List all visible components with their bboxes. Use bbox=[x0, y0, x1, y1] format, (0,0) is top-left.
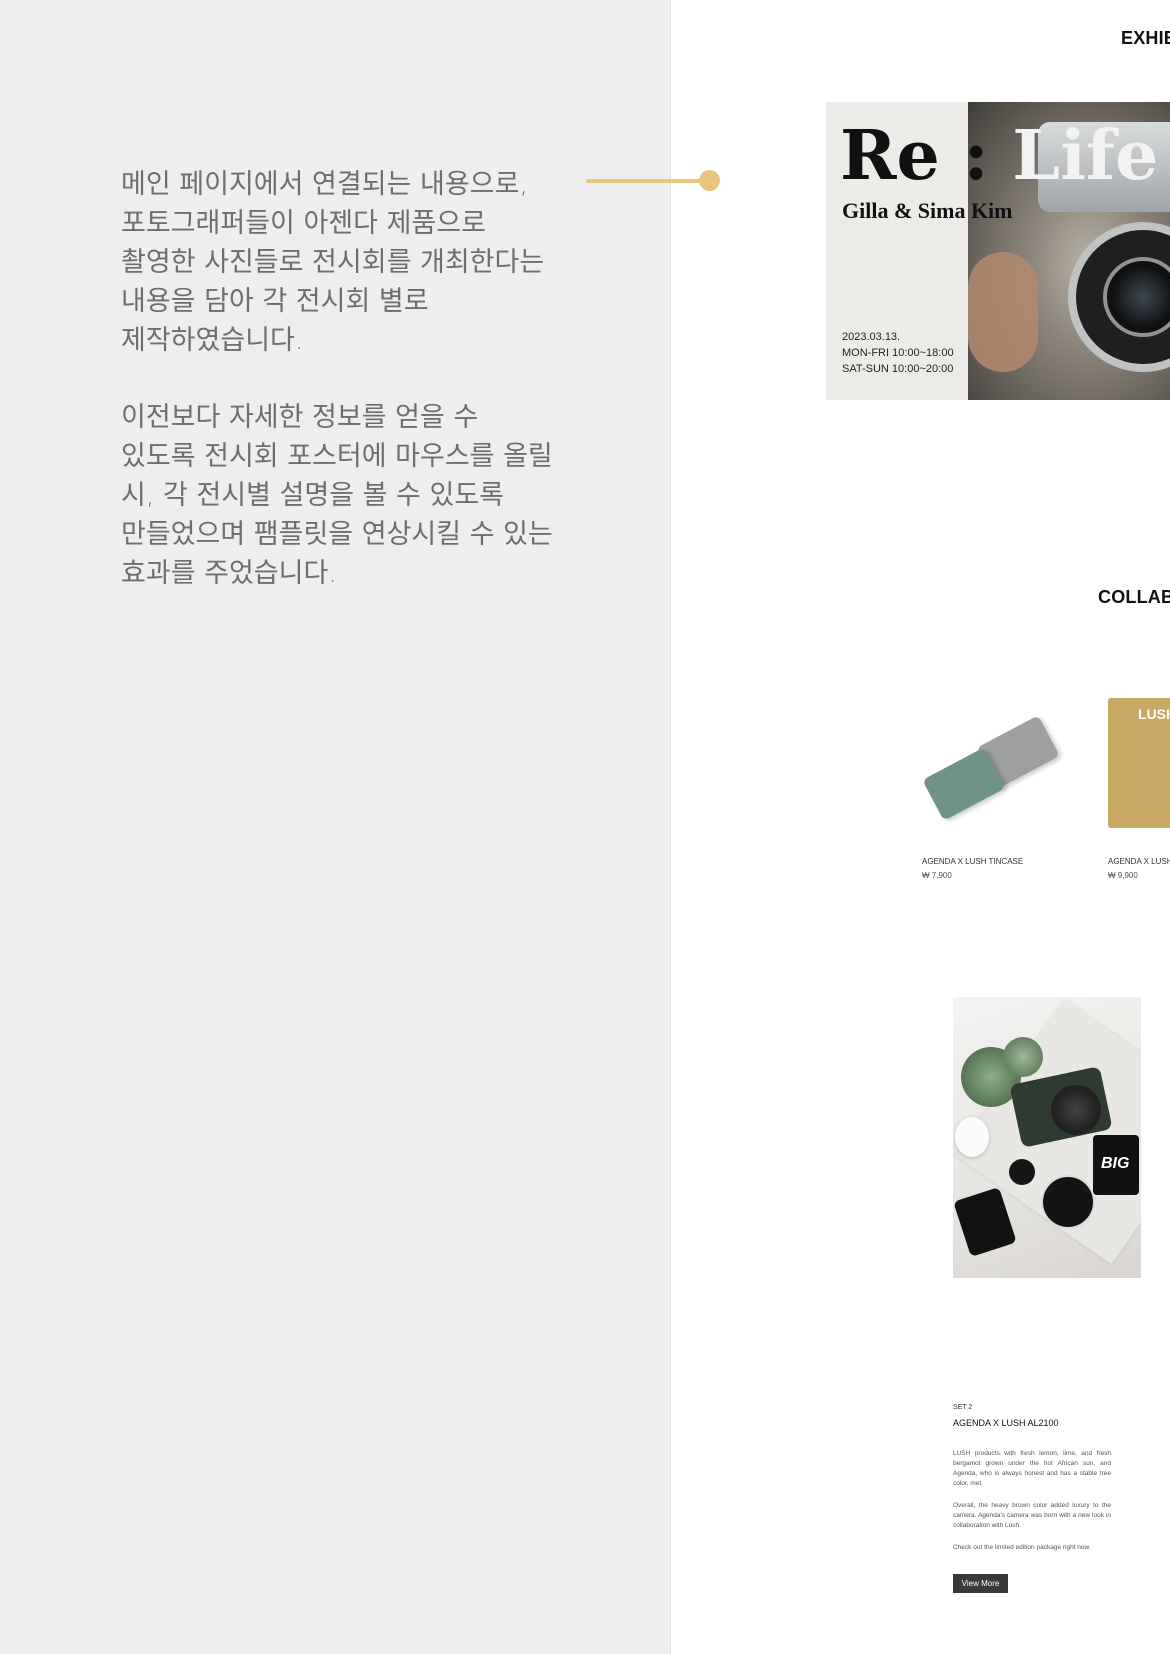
jar-salted-coconut bbox=[1041, 1175, 1095, 1229]
product-image-tincase[interactable] bbox=[915, 715, 1065, 825]
connector-line bbox=[586, 179, 702, 183]
view-more-button[interactable]: View More bbox=[953, 1574, 1008, 1593]
jar-big-label: BIG bbox=[1101, 1155, 1130, 1172]
product-name-second[interactable]: AGENDA X LUSH C bbox=[1108, 857, 1170, 866]
set-description-1: LUSH products with fresh lemon, lime, an… bbox=[953, 1450, 1111, 1487]
connector-dot bbox=[699, 170, 720, 191]
annotation-panel: 메인 페이지에서 연결되는 내용으로, 포토그래퍼들이 아젠다 제품으로 촬영한… bbox=[0, 0, 671, 1654]
book-cover-label: LUSH bbox=[1138, 706, 1170, 722]
hand-shape bbox=[968, 252, 1038, 372]
poster-date: 2023.03.13. bbox=[842, 331, 901, 343]
poster-title-light: Life bbox=[1012, 116, 1159, 196]
jar-small bbox=[1009, 1159, 1035, 1185]
annotation-paragraph-2: 이전보다 자세한 정보를 얻을 수 있도록 전시회 포스터에 마우스를 올릴 시… bbox=[121, 402, 553, 589]
camera-lens-icon bbox=[1051, 1085, 1101, 1135]
poster-title-dark: Re : bbox=[840, 116, 989, 196]
exhibition-section-title: EXHIB bbox=[1121, 28, 1170, 48]
exhibition-poster[interactable]: Re : Life Gilla & Sima Kim 2023.03.13. M… bbox=[826, 102, 1170, 400]
poster-title: Re : Life bbox=[840, 116, 1158, 196]
product-price-tincase: ₩ 7,900 bbox=[922, 871, 952, 880]
set-description-2: Overall, the heavy brown color added lux… bbox=[953, 1502, 1111, 1529]
set-product-photo: BIG bbox=[953, 997, 1141, 1278]
product-price-second: ₩ 9,900 bbox=[1108, 871, 1138, 880]
annotation-paragraph-1: 메인 페이지에서 연결되는 내용으로, 포토그래퍼들이 아젠다 제품으로 촬영한… bbox=[121, 169, 545, 356]
collaboration-section-title: COLLABO bbox=[1098, 587, 1170, 607]
set-number: SET 2 bbox=[953, 1404, 973, 1411]
succulent-plant-2 bbox=[1003, 1037, 1043, 1077]
candle bbox=[955, 1117, 989, 1157]
poster-hours-weekday: MON-FRI 10:00~18:00 bbox=[842, 347, 954, 359]
jar-yummy bbox=[953, 1187, 1017, 1257]
set-name: AGENDA X LUSH AL2100 bbox=[953, 1418, 1059, 1428]
poster-hours-weekend: SAT-SUN 10:00~20:00 bbox=[842, 363, 954, 375]
set-description-3: Check out the limited edition package ri… bbox=[953, 1544, 1091, 1551]
poster-schedule: 2023.03.13. MON-FRI 10:00~18:00 SAT-SUN … bbox=[842, 329, 954, 377]
poster-artists: Gilla & Sima Kim bbox=[842, 198, 1013, 223]
product-name-tincase[interactable]: AGENDA X LUSH TINCASE bbox=[922, 857, 1023, 866]
